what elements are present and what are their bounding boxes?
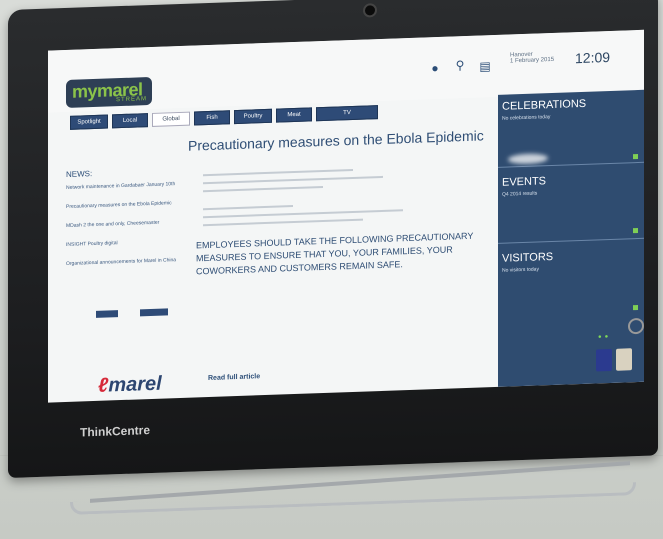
marel-logo: ℓmarel xyxy=(98,372,162,397)
tab-tv[interactable]: TV xyxy=(316,105,378,122)
screen: mymarel STREAM ● ⚲ ▤ Hanover 1 February … xyxy=(48,29,644,403)
user-info: Hanover 1 February 2015 xyxy=(510,50,570,74)
right-panel: CELEBRATIONS No celebrations today EVENT… xyxy=(498,89,644,387)
visitors-indicator xyxy=(633,304,638,311)
cart-icon[interactable]: ▤ xyxy=(478,59,492,73)
intel-sticker xyxy=(596,348,612,372)
tab-global[interactable]: Global xyxy=(152,111,190,127)
tab-fish[interactable]: Fish xyxy=(194,110,230,126)
visitors-sub: No visitors today xyxy=(502,266,539,274)
status-leds: ●● xyxy=(598,333,612,341)
tab-poultry[interactable]: Poultry xyxy=(234,108,272,125)
news-item[interactable]: Organizational announcements for Marel i… xyxy=(66,257,186,268)
read-more-link[interactable]: Read full article xyxy=(208,373,260,382)
article-body: EMPLOYEES SHOULD TAKE THE FOLLOWING PREC… xyxy=(196,230,474,277)
celebrations-sub: No celebrations today xyxy=(502,114,551,122)
tab-local[interactable]: Local xyxy=(112,113,148,129)
mymarel-logo[interactable]: mymarel STREAM xyxy=(66,76,152,108)
events-title: EVENTS xyxy=(502,175,547,189)
celebrations-title: CELEBRATIONS xyxy=(502,97,587,113)
article-title: Precautionary measures on the Ebola Epid… xyxy=(188,127,484,154)
tab-meat[interactable]: Meat xyxy=(276,107,312,123)
events-sub: Q4 2014 results xyxy=(502,190,538,198)
news-prev-button[interactable] xyxy=(96,310,118,318)
location-pin-icon[interactable]: ⚲ xyxy=(453,58,467,72)
news-item[interactable]: Network maintenance in Gardabaer January… xyxy=(66,181,186,192)
celebrations-indicator xyxy=(633,153,638,160)
news-item[interactable]: MDash 2 the one and only, Cheesemaster xyxy=(66,219,186,230)
news-more-button[interactable] xyxy=(140,308,168,317)
tab-spotlight[interactable]: Spotlight xyxy=(70,114,108,130)
person-icon[interactable]: ● xyxy=(428,61,442,75)
stand xyxy=(70,482,636,515)
divider xyxy=(498,237,644,244)
news-item[interactable]: Precautionary measures on the Ebola Epid… xyxy=(66,200,186,211)
events-section[interactable]: EVENTS Q4 2014 results xyxy=(498,172,644,198)
thinkcentre-logo: ThinkCentre xyxy=(80,423,151,440)
webcam xyxy=(363,3,377,18)
news-sidebar: NEWS: Network maintenance in Gardabaer J… xyxy=(66,166,186,280)
clock: 12:09 xyxy=(575,48,611,67)
celebrations-section[interactable]: CELEBRATIONS No celebrations today xyxy=(498,96,644,122)
visitors-title: VISITORS xyxy=(502,250,554,265)
article-preview-image xyxy=(203,160,503,230)
events-indicator xyxy=(633,227,638,234)
footer-logo-text: marel xyxy=(108,372,162,397)
monitor: mymarel STREAM ● ⚲ ▤ Hanover 1 February … xyxy=(8,0,658,478)
windows-sticker xyxy=(616,348,632,371)
visitors-section[interactable]: VISITORS No visitors today xyxy=(498,248,644,274)
logo-subtext: STREAM xyxy=(116,96,148,104)
user-date: 1 February 2015 xyxy=(510,56,555,65)
news-item[interactable]: INSIGHT Poultry digital xyxy=(66,238,186,249)
news-title: NEWS: xyxy=(66,169,93,179)
